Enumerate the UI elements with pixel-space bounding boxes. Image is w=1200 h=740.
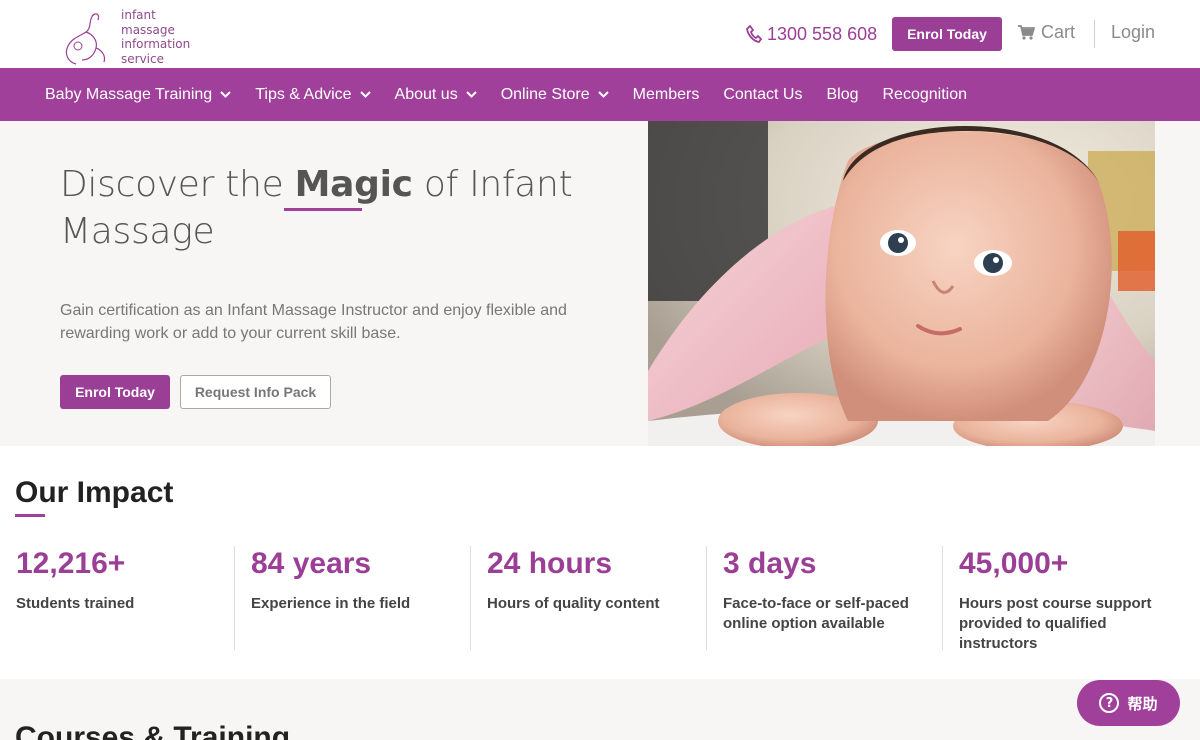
stat-value: 45,000+ bbox=[959, 547, 1069, 580]
nav-item-members[interactable]: Members bbox=[633, 86, 700, 104]
phone-icon bbox=[746, 25, 762, 43]
site-logo[interactable]: infant massage information service bbox=[58, 8, 198, 66]
stat-value: 24 hours bbox=[487, 547, 613, 580]
help-question-icon: ? bbox=[1099, 693, 1120, 713]
hero-section: Discover the Magic of Infant Massage Gai… bbox=[0, 121, 1200, 446]
stat-content-hours: 24 hours Hours of quality content bbox=[487, 546, 687, 650]
impact-stats: 12,216+ Students trained 84 years Experi… bbox=[0, 546, 1200, 652]
logo-line: massage bbox=[121, 22, 175, 37]
stat-divider bbox=[942, 546, 943, 650]
stat-label: Students trained bbox=[16, 595, 135, 612]
help-widget-button[interactable]: ? 帮助 bbox=[1077, 680, 1180, 726]
nav-item-label: Contact Us bbox=[723, 85, 803, 103]
chevron-down-icon bbox=[465, 91, 477, 98]
phone-number: 1300 558 608 bbox=[767, 23, 878, 44]
nav-item-recognition[interactable]: Recognition bbox=[883, 86, 968, 104]
stat-label: Experience in the field bbox=[251, 595, 411, 612]
stat-value: 3 days bbox=[723, 547, 817, 580]
logo-line: infant bbox=[121, 8, 156, 22]
nav-item-about-us[interactable]: About us bbox=[395, 86, 477, 104]
stat-label: Hours of quality content bbox=[487, 595, 660, 612]
cart-link[interactable]: Cart bbox=[1018, 22, 1075, 43]
stat-students-trained: 12,216+ Students trained bbox=[16, 546, 216, 650]
stat-value: 12,216+ bbox=[16, 547, 126, 580]
request-info-pack-button[interactable]: Request Info Pack bbox=[180, 375, 331, 409]
impact-title: Our Impact bbox=[15, 476, 174, 509]
nav-item-baby-massage-training[interactable]: Baby Massage Training bbox=[45, 86, 231, 104]
cart-label: Cart bbox=[1041, 22, 1076, 42]
nav-item-contact-us[interactable]: Contact Us bbox=[723, 86, 802, 104]
chevron-down-icon bbox=[220, 91, 231, 98]
nav-item-blog[interactable]: Blog bbox=[826, 86, 858, 104]
hero-baby-photo bbox=[648, 121, 1155, 446]
login-link[interactable]: Login bbox=[1111, 22, 1155, 43]
phone-link[interactable]: 1300 558 608 bbox=[746, 22, 877, 46]
nav-item-online-store[interactable]: Online Store bbox=[501, 86, 609, 104]
hero-title-pre: Discover the bbox=[60, 164, 295, 205]
impact-title-underline bbox=[15, 514, 45, 517]
baby-photo-illustration bbox=[648, 121, 1155, 446]
nav-item-tips-advice[interactable]: Tips & Advice bbox=[255, 85, 371, 104]
nav-item-label: Tips & Advice bbox=[255, 85, 352, 103]
logo-line: service bbox=[121, 51, 164, 66]
stat-support-hours: 45,000+ Hours post course support provid… bbox=[959, 546, 1159, 652]
site-header: infant massage information service 1300 … bbox=[0, 0, 1200, 68]
stat-label: Hours post course support provided to qu… bbox=[959, 595, 1152, 652]
courses-section: Courses & Training bbox=[0, 679, 1200, 740]
chevron-down-icon bbox=[359, 91, 371, 98]
header-divider bbox=[1094, 20, 1095, 48]
chevron-down-icon bbox=[597, 91, 609, 98]
courses-title: Courses & Training bbox=[15, 721, 291, 740]
hero-title-emphasis: Magic bbox=[294, 164, 413, 205]
hero-title-underline bbox=[284, 208, 362, 211]
stat-divider bbox=[706, 546, 707, 650]
help-label: 帮助 bbox=[1127, 694, 1158, 713]
stat-divider bbox=[470, 546, 471, 650]
logo-wordmark: infant massage information service bbox=[121, 8, 190, 66]
stat-experience: 84 years Experience in the field bbox=[251, 546, 451, 650]
nav-item-label: Members bbox=[632, 85, 700, 103]
nav-item-label: Online Store bbox=[500, 85, 590, 103]
stat-value: 84 years bbox=[251, 547, 372, 580]
main-nav: Baby Massage Training Tips & Advice Abou… bbox=[0, 68, 1200, 121]
cart-icon bbox=[1018, 25, 1035, 40]
header-enrol-button[interactable]: Enrol Today bbox=[892, 17, 1002, 51]
logo-mother-baby-icon bbox=[65, 13, 106, 65]
nav-item-label: Recognition bbox=[882, 85, 968, 103]
logo-line: information bbox=[121, 37, 191, 51]
nav-item-label: About us bbox=[394, 85, 458, 103]
nav-item-label: Baby Massage Training bbox=[45, 85, 213, 103]
hero-subtitle: Gain certification as an Infant Massage … bbox=[60, 302, 567, 342]
stat-divider bbox=[234, 546, 235, 650]
stat-course-duration: 3 days Face-to-face or self-paced online… bbox=[723, 546, 923, 650]
nav-item-label: Blog bbox=[826, 85, 859, 103]
stat-label: Face-to-face or self-paced online option… bbox=[723, 595, 909, 632]
hero-enrol-button[interactable]: Enrol Today bbox=[60, 375, 170, 409]
